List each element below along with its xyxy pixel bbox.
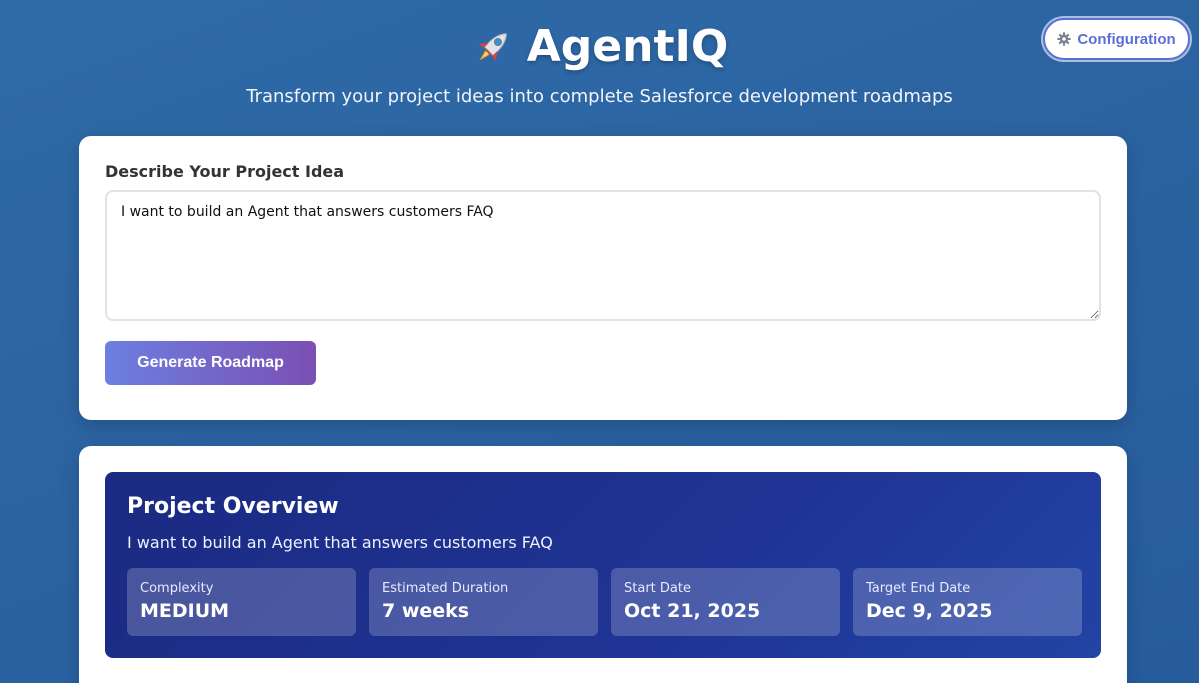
stat-target-end-date: Target End Date Dec 9, 2025 — [853, 568, 1082, 636]
project-overview-title: Project Overview — [127, 494, 339, 519]
project-input-card: Describe Your Project Idea I want to bui… — [79, 136, 1127, 420]
app-subtitle: Transform your project ideas into comple… — [246, 86, 953, 107]
stat-value: 7 weeks — [382, 600, 470, 622]
stat-label: Start Date — [624, 581, 691, 596]
project-overview-panel: Project Overview I want to build an Agen… — [105, 472, 1101, 658]
results-card: Project Overview I want to build an Agen… — [79, 446, 1127, 683]
stat-label: Estimated Duration — [382, 581, 509, 596]
page-header: AgentIQ Transform your project ideas int… — [0, 20, 1199, 107]
stat-value: Oct 21, 2025 — [624, 600, 761, 622]
stat-value: MEDIUM — [140, 600, 230, 622]
stat-label: Target End Date — [866, 581, 971, 596]
app-title-text: AgentIQ — [526, 21, 729, 72]
stat-estimated-duration: Estimated Duration 7 weeks — [369, 568, 598, 636]
project-overview-description: I want to build an Agent that answers cu… — [127, 533, 553, 552]
project-idea-label: Describe Your Project Idea — [105, 162, 345, 181]
overview-stats: Complexity MEDIUM Estimated Duration 7 w… — [127, 568, 1082, 636]
rocket-icon — [471, 25, 515, 69]
stat-complexity: Complexity MEDIUM — [127, 568, 356, 636]
stat-label: Complexity — [140, 581, 214, 596]
stat-start-date: Start Date Oct 21, 2025 — [611, 568, 840, 636]
app-title: AgentIQ — [471, 20, 729, 74]
generate-roadmap-button[interactable]: Generate Roadmap — [105, 341, 316, 385]
project-idea-textarea[interactable]: I want to build an Agent that answers cu… — [105, 190, 1101, 321]
stat-value: Dec 9, 2025 — [866, 600, 993, 622]
